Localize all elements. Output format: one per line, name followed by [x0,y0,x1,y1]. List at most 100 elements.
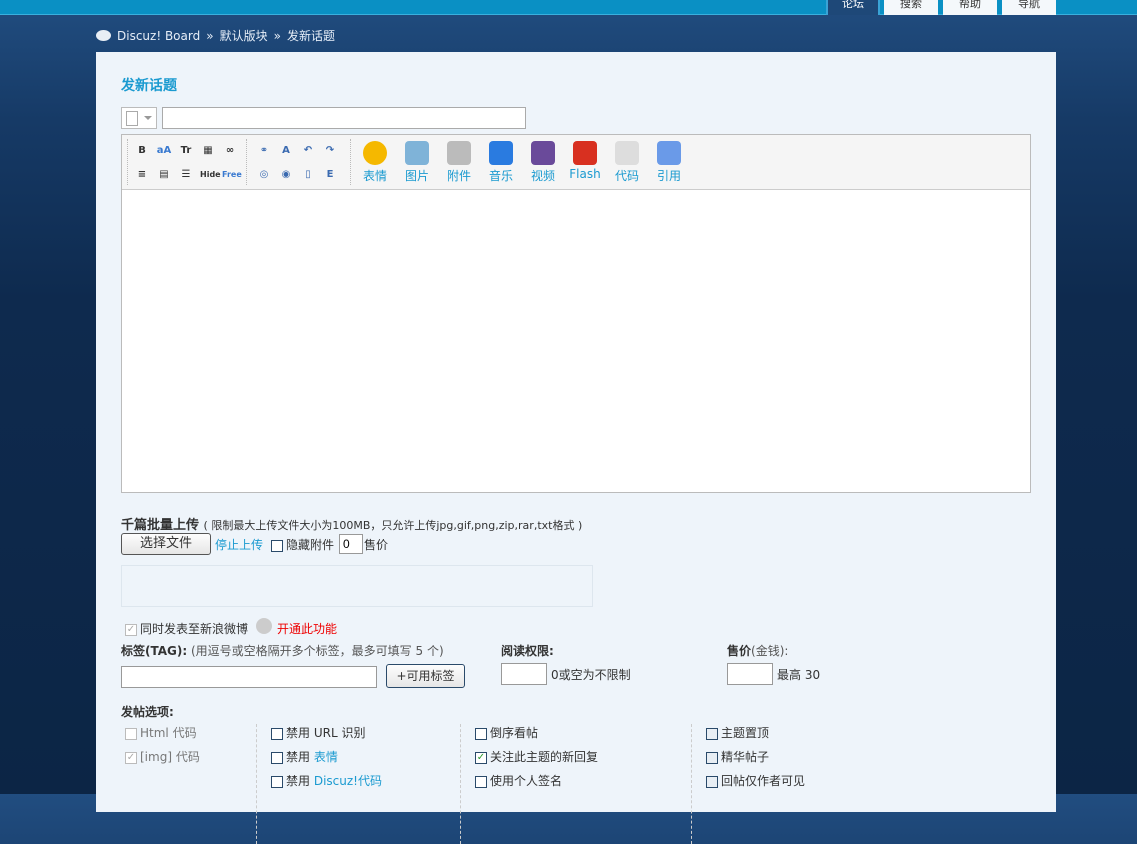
option-label: 回帖仅作者可见 [721,774,806,788]
music-icon [489,141,513,165]
editor-button-label: Flash [569,167,601,181]
option-checkbox[interactable] [125,727,137,740]
options-title: 发帖选项: [121,705,174,719]
hide-attachment-checkbox[interactable] [271,539,283,552]
option-checkbox[interactable] [706,775,718,788]
option-col3-1: ✓ 关注此主题的新回复 [475,748,598,765]
editor-quote-button[interactable]: 引用 [652,141,686,184]
option-checkbox[interactable] [475,775,487,788]
page-title: 发新话题 [121,78,177,94]
breadcrumb-sep: » [206,28,214,43]
editor-tool-5-icon[interactable]: ⚭ [256,143,272,159]
option-checkbox[interactable] [271,727,283,740]
option-checkbox[interactable] [271,751,283,764]
editor-tool-17-icon[interactable]: E [322,167,338,183]
price-heading: 售价 [727,644,752,658]
option-prefix: 禁用 [286,774,311,788]
editor-textarea[interactable] [122,190,1030,492]
editor-code-button[interactable]: 代码 [610,141,644,184]
option-checkbox[interactable] [706,751,718,764]
breadcrumb-forum[interactable]: 默认版块 [220,27,268,44]
weibo-label: 同时发表至新浪微博 [140,622,249,636]
option-checkbox[interactable] [475,727,487,740]
editor-button-label: 引用 [656,169,681,183]
editor-tool-4-icon[interactable]: ∞ [222,143,238,159]
editor-tool-13-icon[interactable]: Free [222,167,242,183]
editor-button-label: 附件 [446,169,471,183]
top-bar: 论坛 搜索 帮助 导航 [0,0,1137,15]
tab-nav[interactable]: 导航 [1002,0,1056,15]
thread-type-select[interactable] [121,107,157,129]
breadcrumb-sep: » [273,28,281,43]
editor-tool-14-icon[interactable]: ◎ [256,167,272,183]
option-label: Html 代码 [140,726,197,740]
option-col2-2: 禁用 Discuz!代码 [271,772,382,789]
chevron-down-icon [144,116,152,124]
editor-tool-9-icon[interactable]: ≡ [134,167,150,183]
editor-tool-2-icon[interactable]: Tr [178,143,194,159]
option-checkbox[interactable]: ✓ [475,751,487,764]
attachment-price-input[interactable] [339,534,363,554]
editor-video-button[interactable]: 视频 [526,141,560,184]
price-input[interactable] [727,663,773,685]
available-tags-button[interactable]: +可用标签 [386,664,465,688]
editor-tool-12-icon[interactable]: Hide [200,167,221,183]
editor-paperclip-button[interactable]: 附件 [442,141,476,184]
tab-forum[interactable]: 论坛 [826,0,880,15]
option-col4-2: 回帖仅作者可见 [706,772,805,789]
editor-tool-0-icon[interactable]: B [134,143,150,159]
price-unit: (金钱): [751,644,789,658]
editor-tool-16-icon[interactable]: ▯ [300,167,316,183]
option-col2-0: 禁用 URL 识别 [271,724,382,741]
subject-input[interactable] [162,107,526,129]
editor-tool-8-icon[interactable]: ↷ [322,143,338,159]
upload-heading: 千篇批量上传 ( 限制最大上传文件大小为100MB，只允许上传jpg,gif,p… [121,518,583,533]
option-checkbox[interactable] [271,775,283,788]
editor-tool-3-icon[interactable]: ▦ [200,143,216,159]
option-link[interactable]: 表情 [314,750,338,764]
weibo-checkbox[interactable]: ✓ [125,623,137,636]
breadcrumb-current: 发新话题 [286,29,335,43]
read-perm-input[interactable] [501,663,547,685]
tab-search[interactable]: 搜索 [884,0,938,15]
editor-tool-6-icon[interactable]: A [278,143,294,159]
weibo-icon [256,618,272,634]
code-icon [615,141,639,165]
editor-flash-button[interactable]: Flash [568,141,602,181]
editor-tool-15-icon[interactable]: ◉ [278,167,294,183]
option-checkbox[interactable]: ✓ [125,751,137,764]
hide-attachment-label: 隐藏附件 [286,538,335,552]
editor-smiley-button[interactable]: 表情 [358,141,392,184]
tags-input[interactable] [121,666,377,688]
tab-help[interactable]: 帮助 [943,0,997,15]
option-label: [img] 代码 [140,750,200,764]
paperclip-icon [447,141,471,165]
option-checkbox[interactable] [706,727,718,740]
editor-tool-11-icon[interactable]: ☰ [178,167,194,183]
breadcrumb-home[interactable]: Discuz! Board [117,29,200,43]
stop-upload-link[interactable]: 停止上传 [215,536,263,553]
choose-file-button[interactable]: 选择文件 [121,533,211,555]
tags-label: 标签(TAG): [121,644,188,658]
read-perm-hint: 0或空为不限制 [551,668,631,682]
editor-music-button[interactable]: 音乐 [484,141,518,184]
breadcrumb: Discuz! Board » 默认版块 » 发新话题 [96,27,335,44]
editor-toolbar: BaA Tr ▦ ∞ ≡ ▤ ☰ Hide Free ⚭ A ↶ ↷ ◎ ◉ ▯ E 表情 图片 附件 音乐 视频 Fl… [122,135,1030,190]
upload-note: ( 限制最大上传文件大小为100MB，只允许上传jpg,gif,png,zip,… [203,519,583,532]
editor-button-label: 图片 [404,169,429,183]
price-label: 售价 [364,538,389,552]
weibo-enable-link[interactable]: 开通此功能 [277,620,337,637]
editor-image-button[interactable]: 图片 [400,141,434,184]
option-col1-0: Html 代码 [125,724,200,741]
editor-button-label: 表情 [362,169,387,183]
quote-icon [657,141,681,165]
editor-tool-1-icon[interactable]: aA [156,143,172,159]
editor-tool-10-icon[interactable]: ▤ [156,167,172,183]
option-prefix: 禁用 [286,750,311,764]
post-panel: 发新话题 BaA Tr ▦ ∞ ≡ ▤ ☰ Hide Free ⚭ A ↶ ↷ ◎ ◉ ▯ E 表情 图片 附件 音… [96,52,1056,844]
editor-button-label: 音乐 [488,169,513,183]
smiley-icon [363,141,387,165]
editor-button-label: 视频 [530,169,555,183]
editor-tool-7-icon[interactable]: ↶ [300,143,316,159]
option-link[interactable]: Discuz!代码 [314,774,382,788]
